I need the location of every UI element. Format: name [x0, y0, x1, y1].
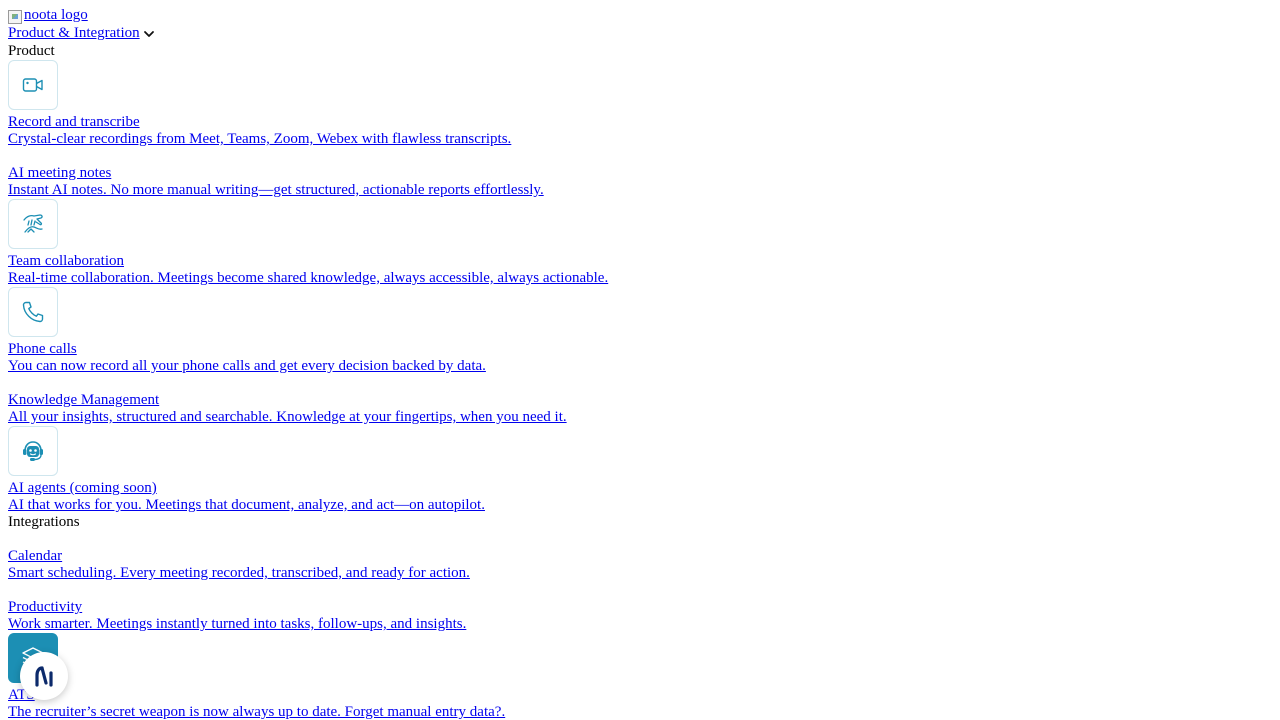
team-collaboration-link[interactable]: Team collaboration	[8, 253, 124, 270]
phone-calls-description[interactable]: You can now record all your phone calls …	[8, 358, 486, 375]
calendar-description[interactable]: Smart scheduling. Every meeting recorded…	[8, 565, 470, 582]
record-item-icon-box[interactable]	[8, 60, 58, 110]
ai-agents-link[interactable]: AI agents (coming soon)	[8, 480, 157, 497]
noota-chat-icon	[35, 666, 53, 687]
chevron-down-icon[interactable]	[143, 28, 155, 40]
robot-headset-icon	[23, 441, 43, 461]
record-and-transcribe-link[interactable]: Record and transcribe	[8, 114, 140, 131]
broken-image-icon	[8, 9, 22, 24]
productivity-description[interactable]: Work smarter. Meetings instantly turned …	[8, 616, 466, 633]
record-and-transcribe-description[interactable]: Crystal-clear recordings from Meet, Team…	[8, 131, 511, 148]
video-camera-icon	[22, 78, 43, 92]
team-hands-icon	[23, 214, 43, 233]
ats-description[interactable]: The recruiter’s secret weapon is now alw…	[8, 704, 505, 720]
product-section-label: Product	[8, 43, 55, 59]
ai-agents-icon-box[interactable]	[8, 426, 58, 476]
floating-chat-button[interactable]	[20, 652, 68, 700]
product-integration-link[interactable]: Product & Integration	[8, 25, 140, 42]
team-collaboration-icon-box[interactable]	[8, 199, 58, 249]
knowledge-management-link[interactable]: Knowledge Management	[8, 392, 159, 409]
productivity-link[interactable]: Productivity	[8, 599, 82, 616]
product-integration-menu-toggle[interactable]: Product & Integration	[8, 25, 155, 42]
knowledge-management-description[interactable]: All your insights, structured and search…	[8, 409, 567, 426]
integrations-section-label: Integrations	[8, 514, 80, 530]
logo-link[interactable]: noota logo	[8, 7, 88, 24]
team-collaboration-description[interactable]: Real-time collaboration. Meetings become…	[8, 270, 608, 287]
phone-icon	[22, 301, 44, 323]
ai-meeting-notes-description[interactable]: Instant AI notes. No more manual writing…	[8, 182, 544, 199]
phone-calls-icon-box[interactable]	[8, 287, 58, 337]
calendar-link[interactable]: Calendar	[8, 548, 62, 565]
phone-calls-link[interactable]: Phone calls	[8, 341, 77, 358]
noota-logo[interactable]: noota logo	[24, 7, 88, 24]
ai-agents-description[interactable]: AI that works for you. Meetings that doc…	[8, 497, 485, 514]
ai-meeting-notes-link[interactable]: AI meeting notes	[8, 165, 111, 182]
